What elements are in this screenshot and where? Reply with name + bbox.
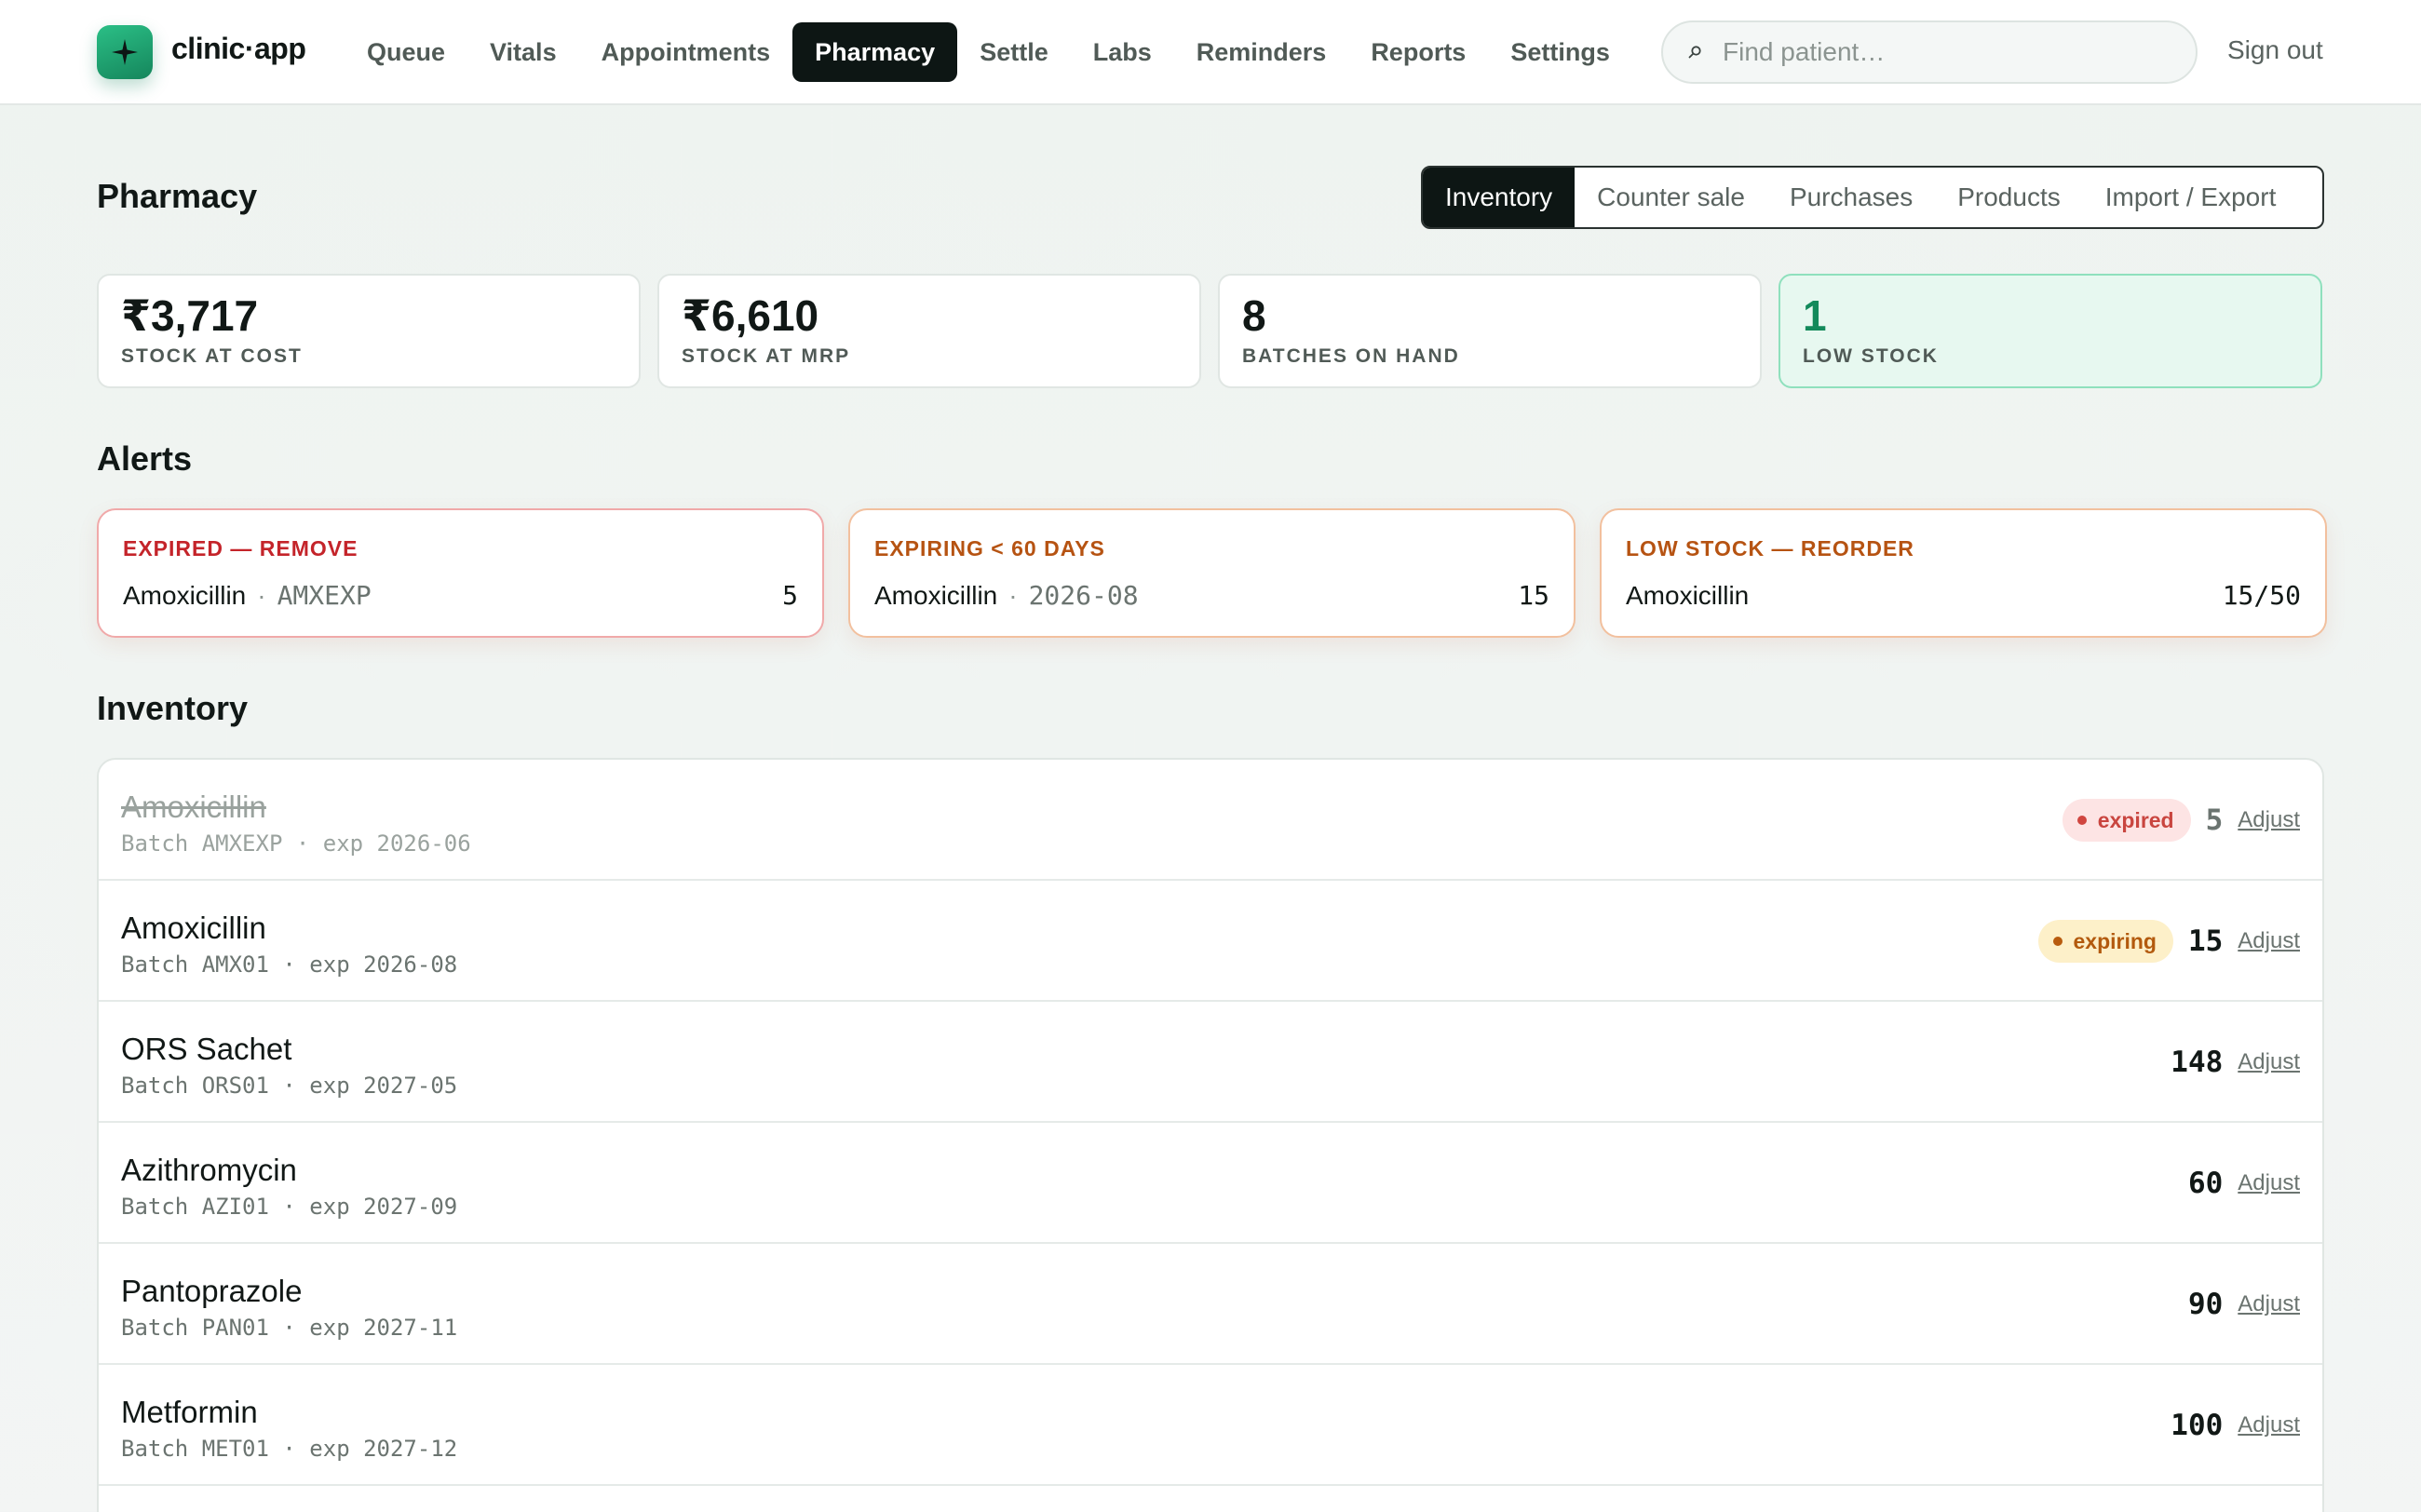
alert-row: Amoxicillin 15/50 [1626, 580, 2301, 611]
stat-value: 1 [1803, 291, 1827, 340]
nav-item-reminders[interactable]: Reminders [1174, 22, 1349, 82]
tab-products[interactable]: Products [1935, 168, 2083, 227]
top-navbar: clinic·app Queue Vitals Appointments Pha… [0, 0, 2421, 105]
alerts-list: EXPIRED — REMOVE Amoxicillin · AMXEXP 5 EX… [97, 508, 2327, 638]
product-name: ORS Sachet [121, 1032, 292, 1066]
adjust-link[interactable]: Adjust [2238, 1170, 2300, 1196]
status-label: expiring [2073, 928, 2157, 953]
inventory-row: ORS Sachet Batch ORS01 · exp 2027-05 148… [99, 1002, 2322, 1123]
tab-inventory[interactable]: Inventory [1423, 168, 1576, 227]
status-dot-icon [2052, 937, 2063, 946]
batch-meta: Batch AZI01 · exp 2027-09 [121, 1194, 458, 1220]
alert-product: Amoxicillin [874, 581, 998, 610]
stat-card-stock-at-cost: ₹3,717 STOCK AT COST [97, 274, 641, 388]
stat-card-batches-on-hand: 8 BATCHES ON HAND [1218, 274, 1762, 388]
batch-meta: Batch ORS01 · exp 2027-05 [121, 1073, 458, 1099]
alert-qty: 15 [1518, 580, 1549, 611]
adjust-link[interactable]: Adjust [2238, 1412, 2300, 1438]
adjust-link[interactable]: Adjust [2238, 807, 2300, 833]
alert-qty: 5 [782, 580, 798, 611]
brand-name[interactable]: clinic·app [171, 32, 306, 66]
stock-qty: 100 [2171, 1409, 2224, 1442]
stat-value: ₹3,717 [121, 291, 259, 340]
product-name: Amoxicillin [121, 911, 266, 945]
stock-qty: 60 [2187, 1167, 2224, 1200]
stat-value: ₹6,610 [682, 291, 819, 340]
nav-item-settings[interactable]: Settings [1488, 22, 1632, 82]
alert-product: Amoxicillin [1626, 581, 1750, 610]
alert-card-expiring[interactable]: EXPIRING < 60 DAYS Amoxicillin · 2026-08 1… [848, 508, 1576, 638]
nav-item-labs[interactable]: Labs [1071, 22, 1174, 82]
status-badge: expired [2062, 799, 2191, 842]
stat-cards: ₹3,717 STOCK AT COST ₹6,610 STOCK AT MRP… [97, 274, 2322, 388]
tab-purchases[interactable]: Purchases [1767, 168, 1935, 227]
patient-search [1661, 20, 2198, 84]
stat-label: BATCHES ON HAND [1242, 344, 1460, 367]
batch-meta: Batch AMXEXP · exp 2026-06 [121, 830, 471, 857]
alert-card-expired[interactable]: EXPIRED — REMOVE Amoxicillin · AMXEXP 5 [97, 508, 824, 638]
stat-label: STOCK AT COST [121, 344, 303, 367]
adjust-link[interactable]: Adjust [2238, 1049, 2300, 1075]
alert-detail: 2026-08 [1028, 580, 1139, 611]
alert-detail: AMXEXP [277, 580, 372, 611]
product-name: Pantoprazole [121, 1274, 303, 1308]
alert-heading: LOW STOCK — REORDER [1626, 536, 1914, 560]
inventory-row: Pantoprazole Batch PAN01 · exp 2027-11 9… [99, 1244, 2322, 1365]
stock-qty: 5 [2205, 803, 2224, 837]
tab-import-export[interactable]: Import / Export [2083, 168, 2299, 227]
batch-meta: Batch AMX01 · exp 2026-08 [121, 952, 458, 978]
product-name: Amoxicillin [121, 790, 266, 824]
nav-item-pharmacy[interactable]: Pharmacy [792, 22, 958, 82]
product-name: Azithromycin [121, 1153, 297, 1187]
stock-qty: 148 [2171, 1046, 2224, 1079]
search-icon [1688, 46, 1701, 59]
stock-qty: 90 [2187, 1288, 2224, 1321]
stat-card-stock-at-mrp: ₹6,610 STOCK AT MRP [657, 274, 1201, 388]
nav-item-queue[interactable]: Queue [345, 22, 467, 82]
inventory-list: Amoxicillin Batch AMXEXP · exp 2026-06 e… [97, 758, 2324, 1512]
stock-qty: 15 [2187, 925, 2224, 958]
alerts-title: Alerts [97, 439, 193, 478]
nav-item-reports[interactable]: Reports [1348, 22, 1488, 82]
stat-label: LOW STOCK [1803, 344, 1939, 367]
inventory-title: Inventory [97, 689, 249, 727]
main-nav: Queue Vitals Appointments Pharmacy Settl… [345, 22, 1632, 82]
alert-card-low-stock[interactable]: LOW STOCK — REORDER Amoxicillin 15/50 [1600, 508, 2327, 638]
product-name: Metformin [121, 1395, 258, 1429]
separator-dot: · [257, 581, 266, 610]
pharmacy-tabs: Inventory Counter sale Purchases Product… [1421, 166, 2324, 229]
alert-qty: 15/50 [2222, 580, 2301, 611]
alert-row: Amoxicillin · AMXEXP 5 [123, 580, 798, 611]
status-label: expired [2097, 807, 2174, 832]
alert-heading: EXPIRED — REMOVE [123, 536, 358, 560]
stat-label: STOCK AT MRP [682, 344, 851, 367]
inventory-row: Metformin Batch MET01 · exp 2027-12 100 … [99, 1365, 2322, 1486]
stat-card-low-stock: 1 LOW STOCK [1779, 274, 2322, 388]
alert-heading: EXPIRING < 60 DAYS [874, 536, 1105, 560]
nav-item-appointments[interactable]: Appointments [579, 22, 793, 82]
inventory-row: Azithromycin Batch AZI01 · exp 2027-09 6… [99, 1123, 2322, 1244]
tab-counter-sale[interactable]: Counter sale [1575, 168, 1767, 227]
sign-out-link[interactable]: Sign out [2227, 35, 2323, 65]
adjust-link[interactable]: Adjust [2238, 928, 2300, 954]
inventory-row: Amoxicillin Batch AMXEXP · exp 2026-06 e… [99, 760, 2322, 881]
alert-product: Amoxicillin [123, 581, 247, 610]
search-input[interactable] [1723, 37, 2151, 67]
batch-meta: Batch MET01 · exp 2027-12 [121, 1436, 458, 1462]
page-title: Pharmacy [97, 177, 258, 215]
separator-dot: · [1008, 581, 1018, 610]
nav-item-settle[interactable]: Settle [957, 22, 1071, 82]
status-badge: expiring [2037, 920, 2173, 963]
sparkle-icon [112, 39, 138, 65]
adjust-link[interactable]: Adjust [2238, 1291, 2300, 1317]
alert-row: Amoxicillin · 2026-08 15 [874, 580, 1549, 611]
status-dot-icon [2076, 816, 2087, 825]
batch-meta: Batch PAN01 · exp 2027-11 [121, 1315, 458, 1341]
inventory-row: Amoxicillin Batch AMX01 · exp 2026-08 ex… [99, 881, 2322, 1002]
stat-value: 8 [1242, 291, 1266, 340]
brand-logo[interactable] [97, 25, 153, 79]
nav-item-vitals[interactable]: Vitals [467, 22, 579, 82]
